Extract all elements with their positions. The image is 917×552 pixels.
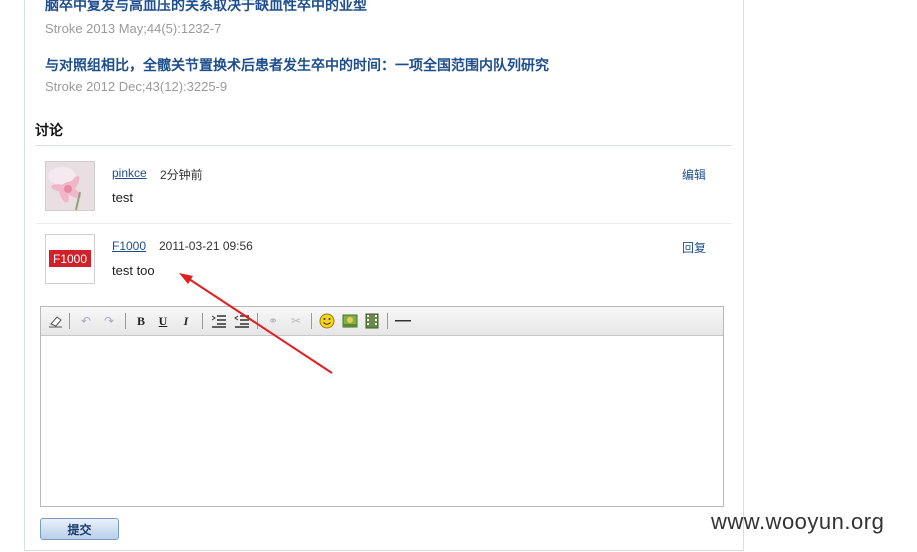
undo-icon[interactable]: ↶ (76, 311, 96, 331)
f1000-logo: F1000 (49, 250, 91, 267)
comment-item: F1000 F1000 2011-03-21 09:56 test too 回复 (36, 219, 732, 291)
submit-button[interactable]: 提交 (40, 518, 119, 540)
toolbar-separator (69, 313, 70, 329)
toolbar-separator (387, 313, 388, 329)
horizontal-rule-icon[interactable] (393, 311, 413, 331)
image-icon[interactable] (340, 311, 360, 331)
toolbar-separator (257, 313, 258, 329)
avatar[interactable]: F1000 (45, 234, 95, 284)
comment-username-link[interactable]: pinkce (112, 166, 147, 180)
unlink-icon[interactable]: ✂ (286, 311, 306, 331)
related-article: 脑卒中复发与高血压的关系取决于缺血性卒中的亚型 (45, 0, 367, 15)
italic-icon[interactable]: I (176, 311, 196, 331)
underline-icon[interactable]: U (153, 311, 173, 331)
comment-timestamp: 2011-03-21 09:56 (159, 239, 253, 253)
comment-item: pinkce 2分钟前 test 编辑 (36, 146, 732, 218)
comment-timestamp: 2分钟前 (160, 168, 203, 182)
article-citation: Stroke 2013 May;44(5):1232-7 (45, 21, 222, 36)
avatar[interactable] (45, 161, 95, 211)
ordered-list-icon[interactable] (209, 311, 229, 331)
toolbar-separator (125, 313, 126, 329)
article-title-link[interactable]: 与对照组相比，全髋关节置换术后患者发生卒中的时间：一项全国范围内队列研究 (45, 55, 549, 75)
article-title-link[interactable]: 脑卒中复发与高血压的关系取决于缺血性卒中的亚型 (45, 0, 367, 15)
bold-icon[interactable]: B (131, 311, 151, 331)
redo-icon[interactable]: ↷ (99, 311, 119, 331)
article-meta: Stroke 2013 May;44(5):1232-7 (45, 21, 221, 36)
watermark: www.wooyun.org (711, 509, 885, 534)
eraser-icon[interactable] (46, 311, 66, 331)
unordered-list-icon[interactable] (232, 311, 252, 331)
comment-text: test (112, 190, 133, 205)
comment-text: test too (112, 263, 155, 278)
link-icon[interactable]: ⚭ (263, 311, 283, 331)
video-icon[interactable] (362, 311, 382, 331)
toolbar-separator (202, 313, 203, 329)
comment-username-link[interactable]: F1000 (112, 239, 146, 253)
smiley-icon[interactable] (317, 311, 337, 331)
article-citation: Stroke 2012 Dec;43(12):3225-9 (45, 79, 228, 94)
article-meta: Stroke 2012 Dec;43(12):3225-9 (45, 79, 227, 94)
comment-textarea[interactable] (41, 336, 723, 506)
reply-link[interactable]: 回复 (682, 239, 706, 256)
toolbar-separator (311, 313, 312, 329)
flower-avatar-icon (46, 162, 94, 210)
editor-toolbar: ↶ ↷ B U I ⚭ ✂ (41, 307, 723, 336)
f1000-logo-text: F1000 (52, 251, 88, 266)
related-article: 与对照组相比，全髋关节置换术后患者发生卒中的时间：一项全国范围内队列研究 (45, 55, 549, 75)
discussion-heading: 讨论 (35, 123, 63, 139)
edit-link[interactable]: 编辑 (682, 166, 706, 183)
rich-text-editor: ↶ ↷ B U I ⚭ ✂ (40, 306, 724, 507)
